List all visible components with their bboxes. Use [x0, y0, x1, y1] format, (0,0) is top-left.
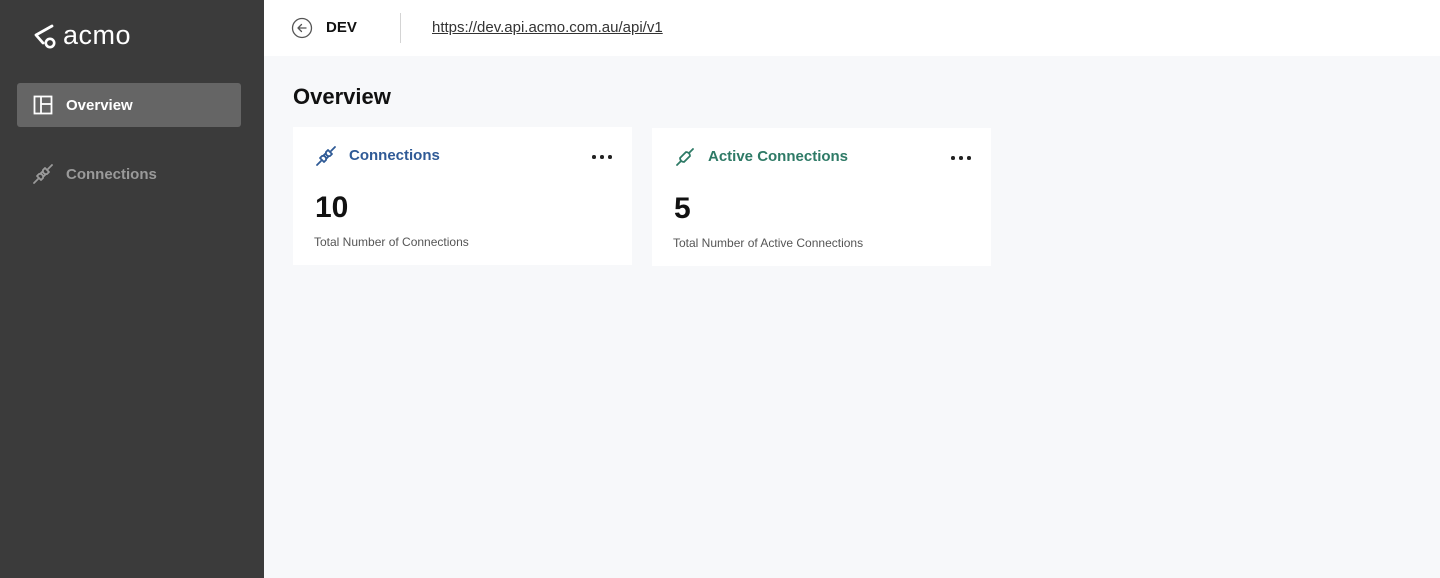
card-value: 5 [674, 192, 691, 225]
more-options-icon[interactable] [951, 148, 971, 168]
more-options-icon[interactable] [592, 147, 612, 167]
card-caption: Total Number of Active Connections [673, 236, 864, 250]
sidebar-item-connections[interactable]: Connections [17, 152, 241, 196]
plug-icon [674, 146, 696, 168]
sidebar-item-overview[interactable]: Overview [17, 83, 241, 127]
logo-text: acmo [63, 20, 132, 50]
sidebar-item-label: Connections [66, 165, 157, 183]
card-title: Connections [349, 147, 440, 164]
active-connections-card: Active Connections 5 Total Number of Act… [652, 128, 991, 266]
app-logo[interactable]: acmo [30, 20, 132, 50]
card-value: 10 [315, 191, 349, 224]
api-url-link[interactable]: https://dev.api.acmo.com.au/api/v1 [432, 18, 663, 38]
divider [400, 13, 401, 43]
acmo-logo-icon [34, 24, 56, 49]
sidebar-item-label: Overview [66, 96, 133, 114]
page-title: Overview [293, 84, 391, 109]
top-bar: DEV https://dev.api.acmo.com.au/api/v1 [264, 0, 1440, 56]
layout-icon [32, 94, 54, 116]
plug-icon [315, 145, 337, 167]
plug-icon [32, 163, 54, 185]
environment-label: DEV [326, 19, 357, 36]
back-arrow-icon[interactable] [291, 17, 313, 39]
card-caption: Total Number of Connections [314, 235, 469, 249]
card-title: Active Connections [708, 148, 849, 165]
connections-card: Connections 10 Total Number of Connectio… [293, 127, 632, 265]
sidebar: acmo Overview Connections [0, 0, 264, 578]
